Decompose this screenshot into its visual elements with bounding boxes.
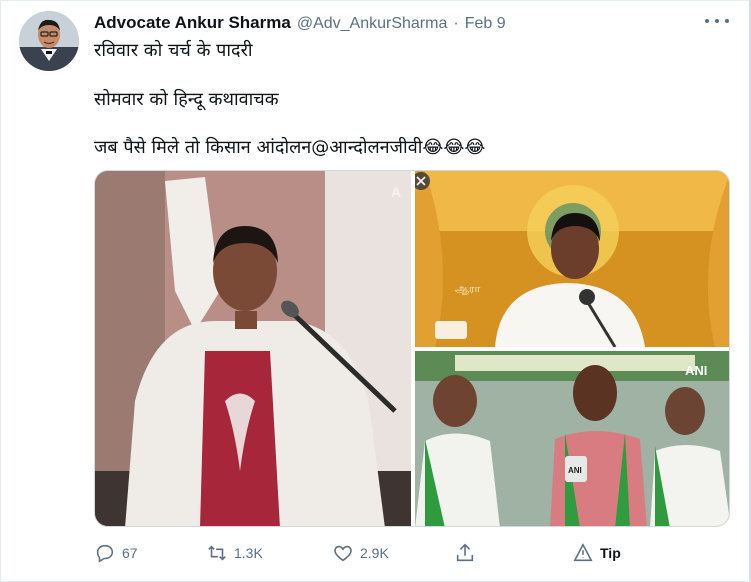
reply-icon [96,544,114,563]
reply-count: 67 [122,545,138,561]
tip-icon [573,543,593,562]
like-button[interactable]: 2.9K [332,538,389,568]
author-handle[interactable]: @Adv_AnkurSharma [297,15,448,33]
tweet-text-line-2: सोमवार को हिन्दू कथावाचक [94,89,279,110]
farmers-logo: ANI [685,363,707,378]
mic-logo: ANI [568,466,582,475]
media-grid[interactable]: A ஆரா ANI ANI [94,170,730,527]
photo-priest[interactable]: A [95,171,411,527]
retweet-icon [208,545,226,561]
preacher-watermark: ஆரா [455,282,481,295]
tweet-date[interactable]: Feb 9 [465,15,506,33]
tweet-card: Advocate Ankur Sharma @Adv_AnkurSharma ·… [0,0,751,582]
tip-button[interactable]: Tip [572,538,621,568]
share-icon [456,543,474,562]
tip-label: Tip [600,545,621,561]
media-photos: A ஆரா ANI ANI [95,171,730,527]
more-icon[interactable] [705,13,729,29]
retweet-count: 1.3K [234,545,263,561]
tweet-header: Advocate Ankur Sharma @Adv_AnkurSharma ·… [94,13,506,33]
author-name[interactable]: Advocate Ankur Sharma [94,13,291,33]
tweet-text-line-1: रविवार को चर्च के पादरी [94,40,253,61]
avatar[interactable] [19,11,79,71]
tweet-actions: 67 1.3K 2.9K Tip [94,538,734,568]
header-separator: · [453,15,459,32]
reply-button[interactable]: 67 [94,538,138,568]
photo-preacher[interactable]: ஆரா [412,171,730,348]
share-button[interactable] [454,538,476,568]
like-icon [334,545,352,562]
left-photo-badge: A [391,184,401,200]
photo-farmers[interactable]: ANI ANI [415,351,730,527]
like-count: 2.9K [360,545,389,561]
tweet-text-line-3: जब पैसे मिले तो किसान आंदोलन@आन्दोलनजीवी… [94,137,486,158]
retweet-button[interactable]: 1.3K [206,538,263,568]
